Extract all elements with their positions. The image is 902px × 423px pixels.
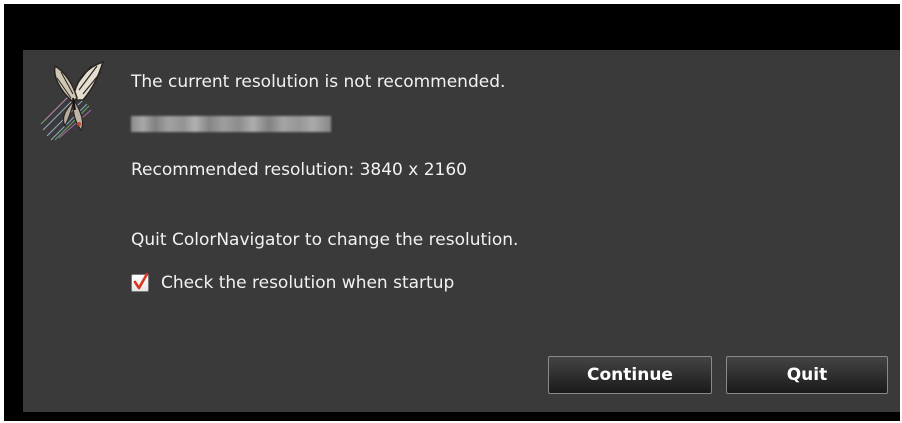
- redacted-text: [131, 116, 331, 132]
- dialog-window: The current resolution is not recommende…: [4, 4, 900, 421]
- butterfly-icon: [39, 60, 107, 142]
- startup-checkbox[interactable]: [131, 273, 149, 292]
- dialog-panel: The current resolution is not recommende…: [23, 50, 900, 412]
- title-message: The current resolution is not recommende…: [131, 72, 506, 92]
- startup-check-option[interactable]: Check the resolution when startup: [131, 272, 454, 294]
- startup-checkbox-label: Check the resolution when startup: [161, 273, 455, 293]
- quit-button[interactable]: Quit: [726, 356, 888, 394]
- continue-button[interactable]: Continue: [548, 356, 712, 394]
- quit-instruction-text: Quit ColorNavigator to change the resolu…: [131, 230, 519, 250]
- dialog-titlebar[interactable]: [4, 4, 900, 50]
- checkmark-icon: [133, 273, 149, 290]
- recommended-resolution-text: Recommended resolution: 3840 x 2160: [131, 160, 467, 180]
